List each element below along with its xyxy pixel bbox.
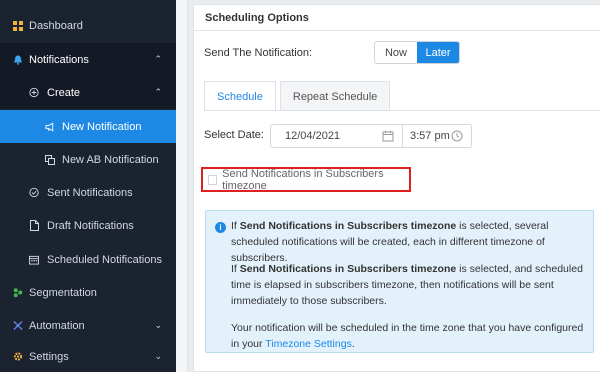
sidebar-item-segmentation[interactable]: Segmentation xyxy=(0,276,176,309)
send-notification-label: Send The Notification: xyxy=(204,47,313,59)
timezone-info-alert: i If Send Notifications in Subscribers t… xyxy=(205,210,594,353)
info-bold-text: Send Notifications in Subscribers timezo… xyxy=(239,263,457,275)
bell-icon xyxy=(13,55,23,65)
date-input[interactable]: 12/04/2021 xyxy=(271,125,403,147)
sidebar-item-label: Automation xyxy=(29,319,85,332)
date-value: 12/04/2021 xyxy=(285,130,341,142)
timezone-checkbox-label[interactable]: Send Notifications in Subscribers timezo… xyxy=(222,168,409,192)
chevron-down-icon: ⌄ xyxy=(154,351,162,361)
sidebar-item-label: Dashboard xyxy=(29,19,83,32)
content-gutter xyxy=(176,0,188,372)
sidebar-item-label: Segmentation xyxy=(29,286,97,299)
schedule-tabs: Schedule Repeat Schedule xyxy=(204,81,391,111)
clock-icon[interactable] xyxy=(451,130,463,142)
sidebar-item-notifications[interactable]: Notifications ⌃ xyxy=(0,43,176,76)
info-bold-text: Send Notifications in Subscribers timezo… xyxy=(239,220,457,232)
later-button[interactable]: Later xyxy=(417,42,459,63)
chevron-down-icon: ⌄ xyxy=(154,320,162,330)
time-value: 3:57 pm xyxy=(410,130,450,142)
sidebar-item-create[interactable]: Create ⌃ xyxy=(0,76,176,109)
sidebar-item-label: New Notification xyxy=(62,120,142,133)
check-circle-icon xyxy=(29,187,39,198)
tab-schedule[interactable]: Schedule xyxy=(204,81,276,111)
card-title: Scheduling Options xyxy=(194,5,600,31)
sidebar: Dashboard Notifications ⌃ Create ⌃ New N… xyxy=(0,0,176,372)
info-text: . xyxy=(351,338,355,350)
now-button[interactable]: Now xyxy=(375,42,417,63)
send-time-toggle: Now Later xyxy=(374,41,460,64)
copy-icon xyxy=(45,154,55,165)
plus-circle-icon xyxy=(29,87,39,98)
tab-divider xyxy=(204,110,600,111)
calendar-icon[interactable] xyxy=(382,130,394,142)
time-input[interactable]: 3:57 pm xyxy=(403,125,471,147)
automation-icon xyxy=(13,320,23,331)
file-icon xyxy=(29,220,39,231)
info-paragraph-2: If Send Notifications in Subscribers tim… xyxy=(231,261,587,309)
scheduling-options-card: Scheduling Options Send The Notification… xyxy=(193,4,600,372)
info-text: If xyxy=(231,220,237,232)
dashboard-icon xyxy=(13,20,23,31)
sidebar-item-label: Settings xyxy=(29,350,69,363)
tab-repeat-schedule[interactable]: Repeat Schedule xyxy=(279,81,391,111)
sidebar-item-label: Scheduled Notifications xyxy=(47,253,162,266)
timezone-checkbox-highlight: Send Notifications in Subscribers timezo… xyxy=(201,167,411,192)
timezone-settings-link[interactable]: Timezone Settings xyxy=(265,338,352,350)
sidebar-item-label: Sent Notifications xyxy=(47,186,133,199)
gear-icon xyxy=(13,352,23,362)
info-paragraph-1: If Send Notifications in Subscribers tim… xyxy=(231,218,587,266)
sidebar-item-sent-notifications[interactable]: Sent Notifications xyxy=(0,176,176,209)
sidebar-item-settings[interactable]: Settings ⌄ xyxy=(0,340,176,372)
timezone-checkbox[interactable] xyxy=(208,174,218,185)
sidebar-item-draft-notifications[interactable]: Draft Notifications xyxy=(0,209,176,242)
sidebar-item-scheduled-notifications[interactable]: Scheduled Notifications xyxy=(0,243,176,276)
sidebar-item-new-ab-notification[interactable]: New AB Notification xyxy=(0,143,176,176)
info-paragraph-3: Your notification will be scheduled in t… xyxy=(231,320,587,352)
select-date-label: Select Date: xyxy=(204,129,264,141)
sidebar-item-label: Draft Notifications xyxy=(47,219,134,232)
sidebar-item-label: Notifications xyxy=(29,53,89,66)
date-time-picker: 12/04/2021 3:57 pm xyxy=(270,124,472,148)
sidebar-item-label: New AB Notification xyxy=(62,153,159,166)
chevron-up-icon: ⌃ xyxy=(154,87,162,97)
megaphone-icon xyxy=(45,122,55,132)
segmentation-icon xyxy=(13,288,23,298)
info-icon: i xyxy=(215,222,226,233)
info-text: If xyxy=(231,263,237,275)
calendar-icon xyxy=(29,255,39,265)
sidebar-item-new-notification[interactable]: New Notification xyxy=(0,110,176,143)
sidebar-item-dashboard[interactable]: Dashboard xyxy=(0,9,176,42)
sidebar-item-label: Create xyxy=(47,86,81,99)
chevron-up-icon: ⌃ xyxy=(154,54,162,64)
sidebar-item-automation[interactable]: Automation ⌄ xyxy=(0,309,176,342)
